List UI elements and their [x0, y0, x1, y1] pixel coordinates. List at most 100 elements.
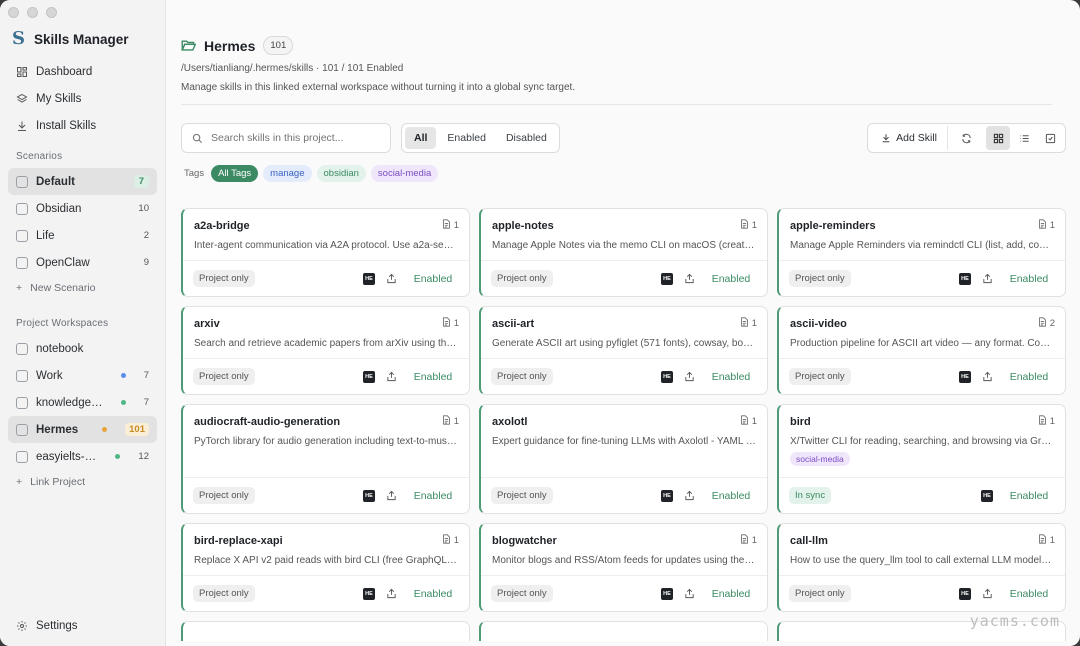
nav-item-my-skills[interactable]: My Skills — [8, 85, 157, 112]
skill-card[interactable]: a2a-bridge 1 Inter-agent communication via… — [181, 208, 470, 297]
workspace-label: knowledge… — [36, 396, 103, 409]
file-count-value: 1 — [751, 318, 757, 329]
workspace-status-dot — [102, 427, 108, 432]
skill-name: apple-reminders — [790, 219, 876, 232]
hermes-agent-icon[interactable]: HE — [661, 272, 673, 285]
filter-disabled[interactable]: Disabled — [497, 127, 556, 149]
skill-card[interactable]: axolotl 1 Expert guidance for fine-tuning … — [479, 404, 768, 514]
enabled-toggle[interactable]: Enabled — [1003, 490, 1055, 502]
filter-all[interactable]: All — [405, 127, 437, 149]
enabled-toggle[interactable]: Enabled — [1003, 588, 1055, 600]
link-project-button[interactable]: + Link Project — [8, 470, 157, 494]
folder-icon — [16, 450, 28, 463]
hermes-agent-icon[interactable]: HE — [981, 489, 993, 502]
refresh-button[interactable] — [954, 126, 978, 150]
workspace-item[interactable]: Hermes 101 — [8, 416, 157, 443]
select-mode-button[interactable] — [1038, 126, 1062, 150]
hermes-agent-icon[interactable]: HE — [959, 272, 971, 285]
enabled-toggle[interactable]: Enabled — [407, 273, 459, 285]
workspace-item[interactable]: notebook — [8, 335, 157, 362]
share-icon[interactable] — [385, 371, 397, 383]
close-window-button[interactable] — [8, 7, 19, 18]
skill-card[interactable]: blogwatcher 1 Monitor blogs and RSS/Atom f… — [479, 523, 768, 612]
workspace-item[interactable]: knowledge… 7 — [8, 389, 157, 416]
skill-card[interactable]: apple-reminders 1 Manage Apple Reminders v… — [777, 208, 1066, 297]
workspace-item[interactable]: easyielts-… 12 — [8, 443, 157, 470]
scope-badge: Project only — [491, 368, 553, 385]
skill-card[interactable]: bird-replace-xapi 1 Replace X API v2 paid … — [181, 523, 470, 612]
workspace-label: Hermes — [36, 423, 79, 436]
skill-card[interactable]: ascii-video 2 Production pipeline for ASCI… — [777, 306, 1066, 395]
share-icon[interactable] — [981, 371, 993, 383]
skill-card[interactable]: audiocraft-audio-generation 1 PyTorch libr… — [181, 404, 470, 514]
nav-item-dashboard[interactable]: Dashboard — [8, 58, 157, 85]
hermes-agent-icon[interactable]: HE — [661, 489, 673, 502]
enabled-toggle[interactable]: Enabled — [705, 273, 757, 285]
share-icon[interactable] — [683, 588, 695, 600]
workspaces-list: notebook Work 7 knowledge… 7 Hermes 101 easyiel… — [8, 335, 157, 470]
skill-card[interactable]: bird 1 X/Twitter CLI for reading, searchin… — [777, 404, 1066, 514]
minimize-window-button[interactable] — [27, 7, 38, 18]
skill-card[interactable]: ascii-art 1 Generate ASCII art using pyfig… — [479, 306, 768, 395]
search-input[interactable] — [211, 132, 371, 144]
share-icon[interactable] — [981, 588, 993, 600]
hermes-agent-icon[interactable]: HE — [363, 489, 375, 502]
enabled-toggle[interactable]: Enabled — [407, 371, 459, 383]
enabled-toggle[interactable]: Enabled — [407, 588, 459, 600]
hermes-agent-icon[interactable]: HE — [661, 370, 673, 383]
enabled-toggle[interactable]: Enabled — [407, 490, 459, 502]
skill-card[interactable]: call-llm 1 How to use the query_llm tool t… — [777, 523, 1066, 612]
scenario-item-life[interactable]: Life 2 — [8, 222, 157, 249]
tag-chip-manage[interactable]: manage — [263, 165, 312, 182]
share-icon[interactable] — [683, 371, 695, 383]
nav-item-label: Install Skills — [36, 119, 97, 132]
scenario-item-obsidian[interactable]: Obsidian 10 — [8, 195, 157, 222]
share-icon[interactable] — [385, 490, 397, 502]
tag-chip-all-tags[interactable]: All Tags — [211, 165, 259, 182]
hermes-agent-icon[interactable]: HE — [363, 370, 375, 383]
skill-tag[interactable]: social-media — [790, 452, 850, 466]
share-icon[interactable] — [683, 273, 695, 285]
zoom-window-button[interactable] — [46, 7, 57, 18]
enabled-toggle[interactable]: Enabled — [1003, 273, 1055, 285]
skill-card[interactable]: apple-notes 1 Manage Apple Notes via the m… — [479, 208, 768, 297]
scenario-item-openclaw[interactable]: OpenClaw 9 — [8, 249, 157, 276]
tag-chip-obsidian[interactable]: obsidian — [316, 165, 366, 182]
workspace-item[interactable]: Work 7 — [8, 362, 157, 389]
hermes-agent-icon[interactable]: HE — [363, 587, 375, 600]
enabled-toggle[interactable]: Enabled — [705, 490, 757, 502]
nav-item-label: My Skills — [36, 92, 82, 105]
hermes-agent-icon[interactable]: HE — [959, 587, 971, 600]
share-icon[interactable] — [981, 273, 993, 285]
new-scenario-button[interactable]: + New Scenario — [8, 276, 157, 300]
nav-item-install-skills[interactable]: Install Skills — [8, 112, 157, 139]
plus-icon: + — [16, 476, 23, 488]
grid-view-button[interactable] — [986, 126, 1010, 150]
hermes-agent-icon[interactable]: HE — [661, 587, 673, 600]
skill-card[interactable]: arxiv 1 Search and retrieve academic paper… — [181, 306, 470, 395]
enabled-toggle[interactable]: Enabled — [1003, 371, 1055, 383]
tag-chip-social-media[interactable]: social-media — [370, 165, 439, 182]
share-icon[interactable] — [385, 588, 397, 600]
hermes-agent-icon[interactable]: HE — [959, 370, 971, 383]
file-icon — [442, 534, 451, 547]
add-skill-button[interactable]: Add Skill — [871, 126, 948, 150]
skill-card[interactable] — [181, 621, 470, 641]
file-icon — [442, 219, 451, 232]
filter-enabled[interactable]: Enabled — [438, 127, 495, 149]
list-view-button[interactable] — [1012, 126, 1036, 150]
settings-button[interactable]: Settings — [8, 614, 158, 638]
enabled-toggle[interactable]: Enabled — [705, 588, 757, 600]
scenarios-list: Default 7 Obsidian 10 Life 2 OpenClaw 9 — [8, 168, 157, 276]
skill-name: axolotl — [492, 415, 528, 428]
hermes-agent-icon[interactable]: HE — [363, 272, 375, 285]
enabled-toggle[interactable]: Enabled — [705, 371, 757, 383]
main-nav: Dashboard My Skills Install Skills — [8, 58, 157, 139]
scenario-item-default[interactable]: Default 7 — [8, 168, 157, 195]
folder-icon — [16, 342, 28, 355]
share-icon[interactable] — [683, 490, 695, 502]
scope-badge: Project only — [491, 487, 553, 504]
scenario-count: 9 — [143, 257, 149, 268]
skill-card[interactable] — [479, 621, 768, 641]
share-icon[interactable] — [385, 273, 397, 285]
